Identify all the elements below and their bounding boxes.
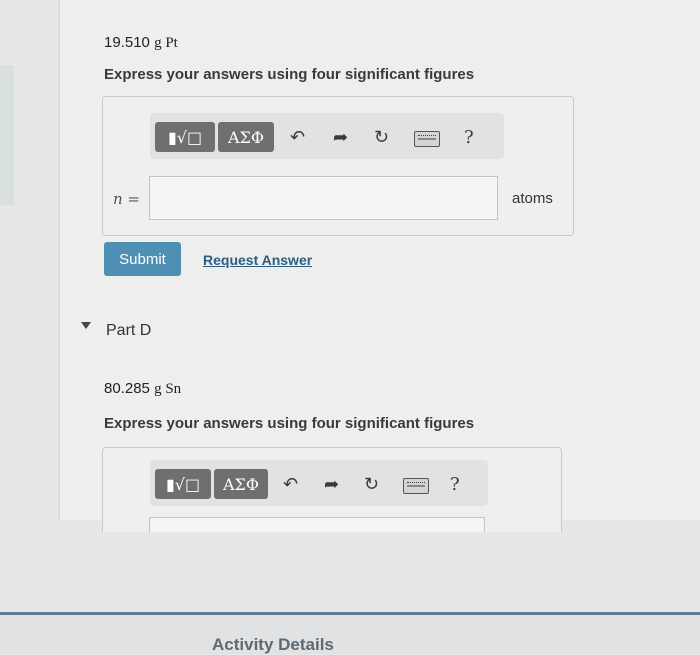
answer-input[interactable] bbox=[149, 176, 498, 220]
templates-button[interactable]: ▮√□ bbox=[155, 469, 211, 499]
footer-bar bbox=[0, 612, 700, 654]
left-edge-strip bbox=[0, 65, 14, 205]
keyboard-icon[interactable] bbox=[403, 478, 429, 494]
keyboard-icon[interactable] bbox=[414, 131, 440, 147]
page-background bbox=[0, 532, 700, 612]
undo-icon[interactable]: ↶ bbox=[283, 474, 298, 495]
templates-button[interactable]: ▮√□ bbox=[155, 122, 215, 152]
help-icon[interactable]: ? bbox=[464, 127, 474, 148]
part-c-math-toolbar: ▮√□ ΑΣΦ ↶ ➦ ↻ ? bbox=[150, 113, 504, 159]
part-c-quantity: 19.510 bbox=[104, 34, 150, 51]
redo-icon[interactable]: ➦ bbox=[324, 474, 339, 495]
collapse-triangle-icon[interactable] bbox=[81, 322, 91, 329]
help-icon[interactable]: ? bbox=[450, 474, 460, 495]
symbols-button[interactable]: ΑΣΦ bbox=[218, 122, 274, 152]
part-d-math-toolbar: ▮√□ ΑΣΦ ↶ ➦ ↻ ? bbox=[150, 460, 488, 506]
answer-unit: atoms bbox=[512, 190, 553, 207]
part-c-unit: g Pt bbox=[154, 35, 178, 51]
request-answer-link[interactable]: Request Answer bbox=[203, 252, 312, 268]
undo-icon[interactable]: ↶ bbox=[290, 127, 305, 148]
part-c-question: 19.510 g Pt bbox=[104, 34, 178, 52]
submit-button[interactable]: Submit bbox=[104, 242, 181, 276]
activity-details-label[interactable]: Activity Details bbox=[212, 635, 334, 655]
part-d-unit: g Sn bbox=[154, 381, 182, 397]
part-d-header[interactable] bbox=[60, 300, 700, 360]
part-d-title: Part D bbox=[106, 322, 152, 339]
part-d-quantity: 80.285 bbox=[104, 380, 150, 397]
part-c-instruction: Express your answers using four signific… bbox=[104, 66, 475, 83]
reset-icon[interactable]: ↻ bbox=[374, 127, 389, 148]
left-divider bbox=[58, 0, 60, 520]
variable-label: n = bbox=[113, 190, 140, 208]
part-d-instruction: Express your answers using four signific… bbox=[104, 415, 475, 432]
part-d-question: 80.285 g Sn bbox=[104, 380, 181, 398]
redo-icon[interactable]: ➦ bbox=[333, 127, 348, 148]
symbols-button[interactable]: ΑΣΦ bbox=[214, 469, 268, 499]
reset-icon[interactable]: ↻ bbox=[364, 474, 379, 495]
